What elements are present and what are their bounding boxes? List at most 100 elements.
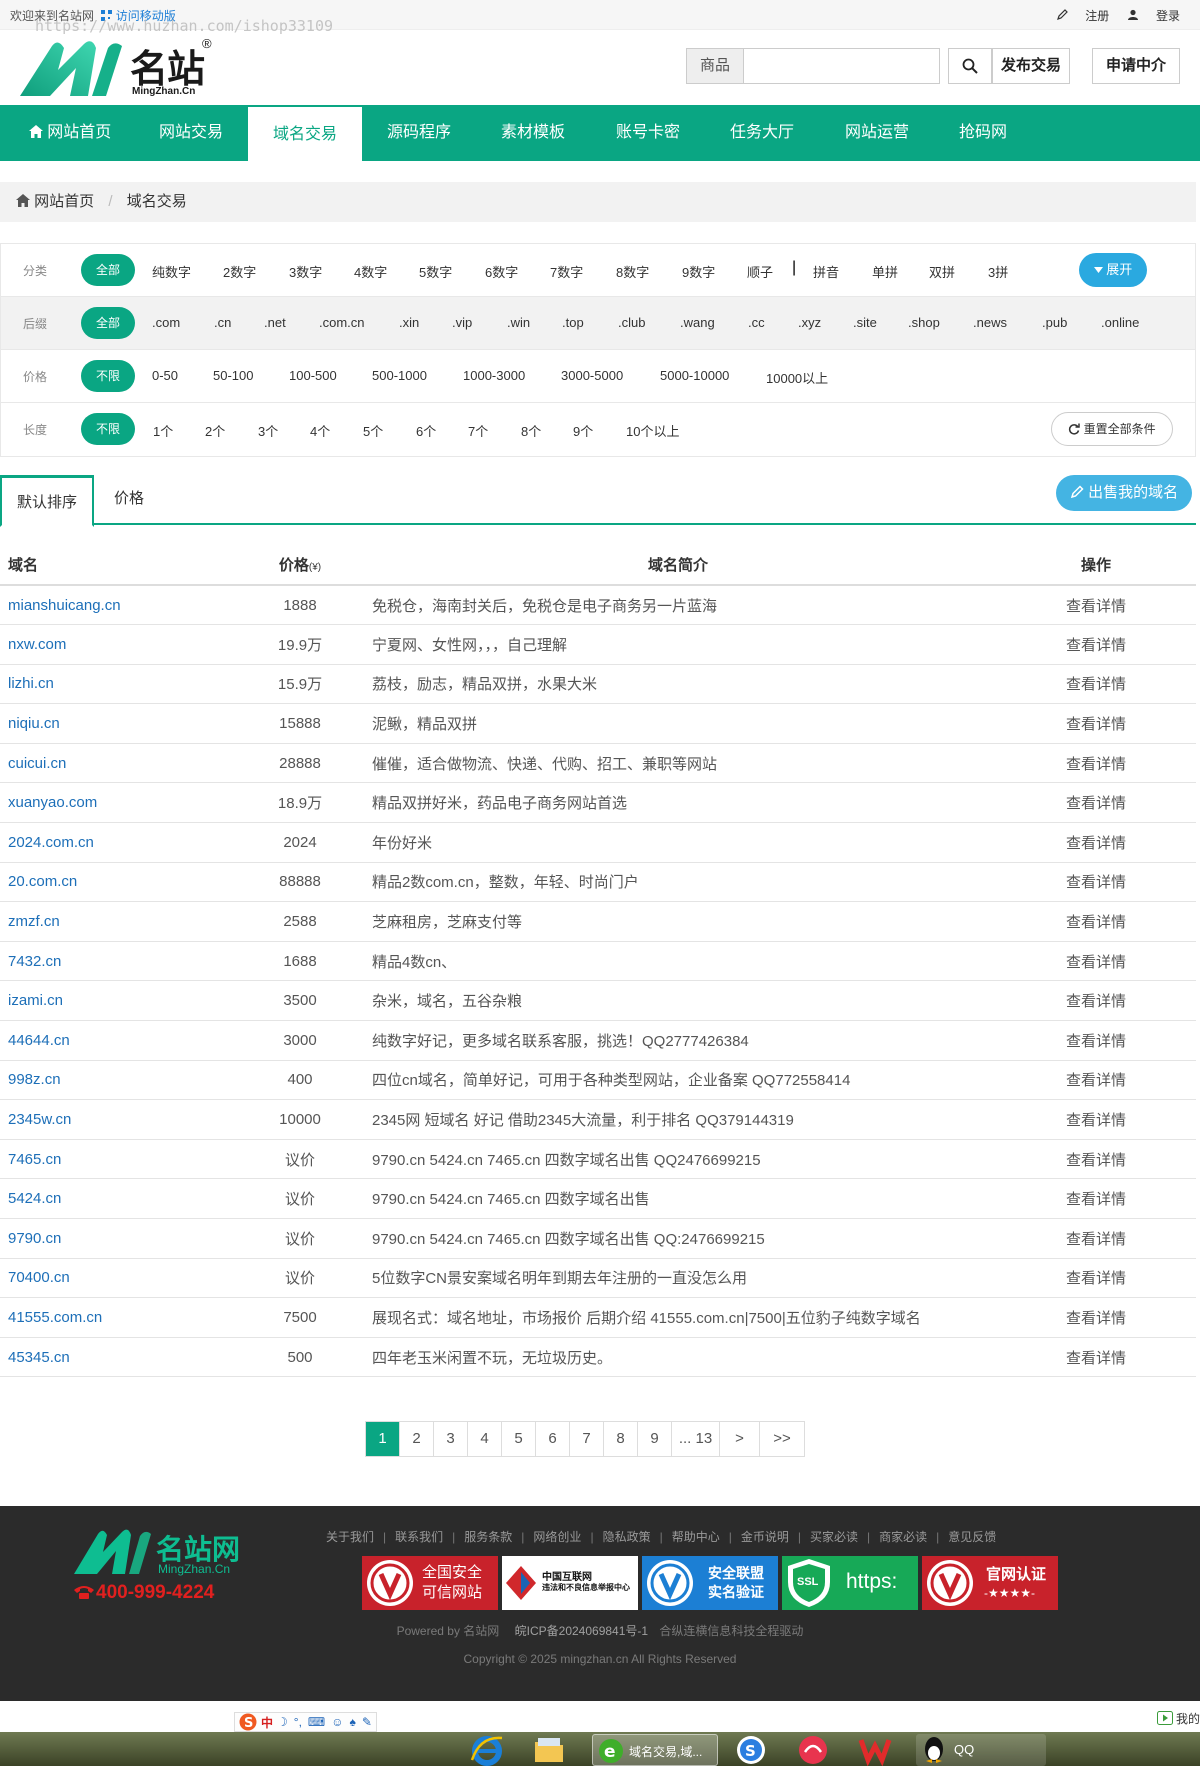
domain-link[interactable]: 5424.cn xyxy=(0,1178,240,1219)
view-details-link[interactable]: 查看详情 xyxy=(996,1297,1196,1338)
filter-option[interactable]: .vip xyxy=(452,315,472,330)
nav-item-site-trade[interactable]: 网站交易 xyxy=(140,105,242,161)
domain-link[interactable]: zmzf.cn xyxy=(0,901,240,942)
ime-keyboard-icon[interactable]: ⌨ xyxy=(308,1715,325,1729)
filter-option[interactable]: 3拼 xyxy=(988,262,1008,281)
filter-option[interactable]: 5000-10000 xyxy=(660,368,729,383)
filter-option[interactable]: 8数字 xyxy=(616,262,649,281)
filter-option[interactable]: 纯数字 xyxy=(152,262,191,281)
ime-moon-icon[interactable]: ☽ xyxy=(277,1715,288,1729)
expand-button[interactable]: 展开 xyxy=(1079,253,1147,287)
filter-option[interactable]: 50-100 xyxy=(213,368,253,383)
filter-option[interactable]: 4个 xyxy=(310,421,330,440)
filter-option[interactable]: 单拼 xyxy=(872,262,898,281)
taskbar-browser-window[interactable]: e 域名交易,域... xyxy=(592,1734,718,1766)
view-details-link[interactable]: 查看详情 xyxy=(996,941,1196,982)
domain-link[interactable]: niqiu.cn xyxy=(0,703,240,744)
filter-option[interactable]: .com.cn xyxy=(319,315,365,330)
domain-link[interactable]: 20.com.cn xyxy=(0,862,240,903)
footer-link[interactable]: 服务条款 xyxy=(464,1530,512,1544)
page-link[interactable]: ... 13 xyxy=(672,1422,720,1456)
nav-item-source-code[interactable]: 源码程序 xyxy=(368,105,470,161)
site-logo[interactable]: 名站 ® MingZhan.Cn xyxy=(18,34,218,97)
filter-option[interactable]: 9个 xyxy=(573,421,593,440)
filter-option-selected[interactable]: 不限 xyxy=(81,360,135,392)
footer-link[interactable]: 意见反馈 xyxy=(948,1530,996,1544)
ime-toolbar[interactable]: S 中 ☽ °, ⌨ ☺ ♠ ✎ xyxy=(234,1712,377,1732)
view-details-link[interactable]: 查看详情 xyxy=(996,703,1196,744)
filter-option[interactable]: 7个 xyxy=(468,421,488,440)
view-details-link[interactable]: 查看详情 xyxy=(996,862,1196,903)
filter-option[interactable]: .shop xyxy=(908,315,940,330)
view-details-link[interactable]: 查看详情 xyxy=(996,1020,1196,1061)
filter-option[interactable]: 8个 xyxy=(521,421,541,440)
filter-option[interactable]: .xyz xyxy=(798,315,821,330)
view-details-link[interactable]: 查看详情 xyxy=(996,585,1196,626)
login-link[interactable]: 登录 xyxy=(1127,9,1180,23)
filter-option[interactable]: 5数字 xyxy=(419,262,452,281)
filter-option[interactable]: 6数字 xyxy=(485,262,518,281)
view-details-link[interactable]: 查看详情 xyxy=(996,822,1196,863)
reset-filters-button[interactable]: 重置全部条件 xyxy=(1051,412,1173,446)
filter-option[interactable]: 10个以上 xyxy=(626,421,679,440)
filter-option-selected[interactable]: 不限 xyxy=(81,413,135,445)
view-details-link[interactable]: 查看详情 xyxy=(996,1258,1196,1299)
search-category-select[interactable]: 商品 xyxy=(686,48,744,84)
footer-link[interactable]: 买家必读 xyxy=(810,1530,858,1544)
taskbar-sogou[interactable]: S xyxy=(734,1734,782,1766)
view-details-link[interactable]: 查看详情 xyxy=(996,1060,1196,1101)
page-link[interactable]: 1 xyxy=(366,1422,400,1456)
badge-real-name[interactable]: 安全联盟 实名验证 xyxy=(642,1556,778,1610)
nav-item-operations[interactable]: 网站运营 xyxy=(826,105,928,161)
view-details-link[interactable]: 查看详情 xyxy=(996,1178,1196,1219)
view-details-link[interactable]: 查看详情 xyxy=(996,743,1196,784)
filter-option[interactable]: 3个 xyxy=(258,421,278,440)
filter-option[interactable]: 6个 xyxy=(416,421,436,440)
domain-link[interactable]: xuanyao.com xyxy=(0,782,240,824)
page-link[interactable]: 7 xyxy=(570,1422,604,1456)
filter-option[interactable]: .club xyxy=(618,315,645,330)
nav-item-domain-trade[interactable]: 域名交易 xyxy=(248,107,362,161)
filter-option[interactable]: 4数字 xyxy=(354,262,387,281)
filter-option[interactable]: .net xyxy=(264,315,286,330)
taskbar-qq[interactable]: QQ xyxy=(916,1734,1046,1766)
filter-option[interactable]: 顺子 xyxy=(747,262,773,281)
filter-option[interactable]: 0-50 xyxy=(152,368,178,383)
nav-item-tasks[interactable]: 任务大厅 xyxy=(711,105,813,161)
filter-option[interactable]: .wang xyxy=(680,315,715,330)
breadcrumb-home[interactable]: 网站首页 xyxy=(16,193,98,210)
view-details-link[interactable]: 查看详情 xyxy=(996,901,1196,942)
page-link[interactable]: 9 xyxy=(638,1422,672,1456)
nav-item-templates[interactable]: 素材模板 xyxy=(482,105,584,161)
header-price[interactable]: 价格(¥) xyxy=(240,545,360,586)
view-details-link[interactable]: 查看详情 xyxy=(996,1337,1196,1378)
ime-tool-icon[interactable]: ✎ xyxy=(362,1715,372,1729)
domain-link[interactable]: 9790.cn xyxy=(0,1218,240,1259)
filter-option[interactable]: 双拼 xyxy=(929,262,955,281)
badge-official-cert[interactable]: 官网认证 -★★★★- xyxy=(922,1556,1058,1610)
domain-link[interactable]: lizhi.cn xyxy=(0,664,240,705)
filter-option[interactable]: 5个 xyxy=(363,421,383,440)
page-link[interactable]: 5 xyxy=(502,1422,536,1456)
footer-link[interactable]: 网络创业 xyxy=(533,1530,581,1544)
footer-link[interactable]: 帮助中心 xyxy=(672,1530,720,1544)
header-domain[interactable]: 域名 xyxy=(0,545,240,586)
filter-option[interactable]: .cc xyxy=(748,315,765,330)
view-details-link[interactable]: 查看详情 xyxy=(996,1218,1196,1259)
page-link[interactable]: >> xyxy=(760,1422,804,1456)
domain-link[interactable]: cuicui.cn xyxy=(0,743,240,784)
view-details-link[interactable]: 查看详情 xyxy=(996,664,1196,705)
view-details-link[interactable]: 查看详情 xyxy=(996,782,1196,824)
badge-illegal-report[interactable]: 中国互联网 违法和不良信息举报中心 xyxy=(502,1556,638,1610)
footer-link[interactable]: 商家必读 xyxy=(879,1530,927,1544)
register-link[interactable]: 注册 xyxy=(1056,9,1113,23)
filter-option[interactable]: .cn xyxy=(214,315,231,330)
filter-option[interactable]: 7数字 xyxy=(550,262,583,281)
domain-link[interactable]: 2345w.cn xyxy=(0,1099,240,1140)
footer-logo[interactable]: 名站网 MingZhan.Cn 400-999-4224 xyxy=(72,1526,252,1616)
taskbar-app-red[interactable] xyxy=(796,1734,844,1766)
domain-link[interactable]: 44644.cn xyxy=(0,1020,240,1061)
ime-user-icon[interactable]: ☺ xyxy=(331,1715,343,1729)
domain-link[interactable]: 2024.com.cn xyxy=(0,822,240,863)
filter-option[interactable]: 3000-5000 xyxy=(561,368,623,383)
